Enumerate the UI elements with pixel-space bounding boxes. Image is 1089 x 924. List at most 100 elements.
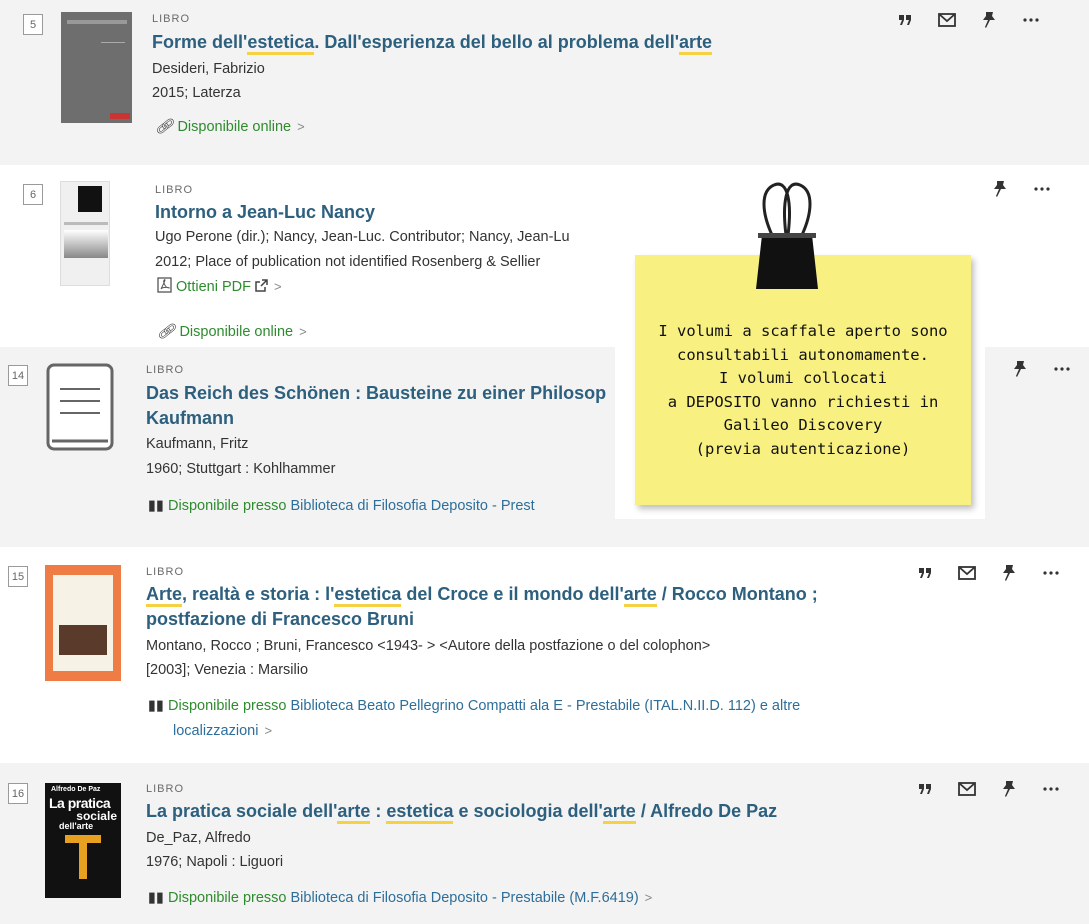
record-actions [895, 10, 1041, 30]
record-actions [915, 779, 1061, 799]
title-text: del Croce e il mondo dell' [401, 584, 624, 604]
resource-type: LIBRO [152, 13, 191, 25]
ellipsis-icon[interactable] [1021, 10, 1041, 30]
resource-type: LIBRO [146, 566, 185, 578]
result-title[interactable]: Arte, realtà e storia : l'estetica del C… [146, 582, 818, 632]
quote-icon[interactable] [915, 563, 935, 583]
result-title[interactable]: Intorno a Jean-Luc Nancy [155, 200, 375, 225]
more-locations-link[interactable]: localizzazioni > [173, 720, 272, 742]
ellipsis-icon[interactable] [1041, 779, 1061, 799]
location-text: localizzazioni [173, 723, 259, 739]
title-highlight: Arte [146, 584, 183, 607]
result-publication: [2003]; Venezia : Marsilio [146, 662, 309, 678]
binder-clip-icon [756, 182, 818, 289]
location-text: Biblioteca di Filosofia Deposito - Prest… [290, 890, 639, 906]
envelope-icon[interactable] [937, 10, 957, 30]
result-title[interactable]: Das Reich des Schönen : Bausteine zu ein… [146, 381, 606, 431]
pushpin-icon[interactable] [979, 10, 999, 30]
availability-physical[interactable]: ▮▮ Disponibile presso Biblioteca Beato P… [148, 695, 800, 717]
pdf-link[interactable]: Ottieni PDF > [157, 276, 282, 298]
title-highlight: estetica [247, 32, 315, 55]
link-icon: 🔗︎ [157, 324, 176, 340]
result-number: 5 [23, 14, 43, 35]
resource-type: LIBRO [146, 783, 185, 795]
cover-text: dell'arte [59, 821, 94, 831]
book-cover-thumbnail[interactable] [45, 565, 121, 681]
title-text: / Alfredo De Paz [635, 801, 778, 821]
title-text: Forme dell' [152, 32, 248, 52]
envelope-icon[interactable] [957, 563, 977, 583]
title-highlight: arte [679, 32, 713, 55]
ellipsis-icon[interactable] [1052, 359, 1072, 379]
book-open-icon: ▮▮ [148, 698, 164, 714]
availability-text: Disponibile online [177, 119, 292, 135]
pdf-icon [157, 277, 172, 295]
result-number: 14 [8, 365, 28, 386]
availability-physical[interactable]: ▮▮ Disponibile presso Biblioteca di Filo… [148, 495, 535, 517]
book-open-icon: ▮▮ [148, 498, 164, 514]
note-line: I volumi collocati [719, 369, 887, 387]
availability-online[interactable]: 🔗︎ Disponibile online > [157, 321, 307, 343]
result-item-16: 16 Alfredo De Paz La pratica sociale del… [0, 763, 1089, 924]
note-line: (previa autenticazione) [695, 439, 911, 458]
result-publication: 1976; Napoli : Liguori [146, 854, 284, 870]
availability-physical[interactable]: ▮▮ Disponibile presso Biblioteca di Filo… [148, 887, 652, 909]
chevron-right-icon: > [297, 119, 305, 134]
availability-text: Disponibile online [179, 324, 294, 340]
pushpin-icon[interactable] [990, 179, 1010, 199]
result-title[interactable]: La pratica sociale dell'arte : estetica … [146, 799, 777, 824]
book-cover-thumbnail[interactable] [60, 181, 110, 286]
title-text: postfazione di Francesco Bruni [146, 609, 415, 629]
availability-text: Disponibile presso [168, 890, 287, 906]
external-link-icon [255, 279, 268, 295]
cover-text: Alfredo De Paz [51, 786, 101, 793]
link-icon: 🔗︎ [155, 119, 174, 135]
result-title[interactable]: Forme dell'estetica. Dall'esperienza del… [152, 30, 713, 55]
title-text: / Rocco Montano ; [656, 584, 818, 604]
note-line: Galileo Discovery [723, 416, 883, 434]
pushpin-icon[interactable] [999, 779, 1019, 799]
pdf-text: Ottieni PDF [176, 279, 251, 295]
result-author: Desideri, Fabrizio [152, 61, 265, 77]
result-publication: 2012; Place of publication not identifie… [155, 254, 541, 270]
envelope-icon[interactable] [957, 779, 977, 799]
quote-icon[interactable] [895, 10, 915, 30]
ellipsis-icon[interactable] [1032, 179, 1052, 199]
pushpin-icon[interactable] [1010, 359, 1030, 379]
title-text: : [370, 801, 387, 821]
sticky-note-overlay: I volumi a scaffale aperto sono consulta… [615, 173, 985, 519]
note-line: a DEPOSITO vanno richiesti in [667, 392, 939, 411]
book-cover-thumbnail[interactable] [61, 12, 132, 123]
book-open-icon: ▮▮ [148, 890, 164, 906]
title-highlight: arte [602, 801, 636, 824]
result-number: 16 [8, 783, 28, 804]
chevron-right-icon: > [274, 279, 282, 294]
quote-icon[interactable] [915, 779, 935, 799]
title-text: Kaufmann [146, 408, 235, 428]
book-cover-thumbnail[interactable]: Alfredo De Paz La pratica sociale dell'a… [45, 783, 121, 898]
title-text: . Dall'esperienza del bello al problema … [314, 32, 680, 52]
availability-online[interactable]: 🔗︎ Disponibile online > [155, 116, 305, 138]
chevron-right-icon: > [644, 890, 653, 905]
sticky-note-text: I volumi a scaffale aperto sono consulta… [635, 320, 971, 461]
result-item-15: 15 LIBRO Arte, realtà e storia : l'estet… [0, 547, 1089, 763]
title-text: e sociologia dell' [453, 801, 603, 821]
result-item-5: 5 LIBRO Forme dell'estetica. Dall'esperi… [0, 0, 1089, 165]
availability-text: Disponibile presso [168, 498, 287, 514]
chevron-right-icon: > [264, 723, 273, 738]
result-author: Montano, Rocco ; Bruni, Francesco <1943-… [146, 638, 711, 654]
record-actions [915, 563, 1061, 583]
title-text: La pratica sociale dell' [146, 801, 338, 821]
title-text: Das Reich des Schönen : Bausteine zu ein… [146, 383, 607, 403]
record-actions [1010, 359, 1072, 379]
result-number: 6 [23, 184, 43, 205]
result-publication: 1960; Stuttgart : Kohlhammer [146, 461, 336, 477]
ellipsis-icon[interactable] [1041, 563, 1061, 583]
location-text: Biblioteca di Filosofia Deposito - Prest [290, 498, 535, 514]
title-text: , realtà e storia : l' [182, 584, 335, 604]
chevron-right-icon: > [299, 324, 307, 339]
result-number: 15 [8, 566, 28, 587]
note-line: consultabili autonomamente. [677, 345, 929, 364]
title-highlight: estetica [334, 584, 402, 607]
pushpin-icon[interactable] [999, 563, 1019, 583]
